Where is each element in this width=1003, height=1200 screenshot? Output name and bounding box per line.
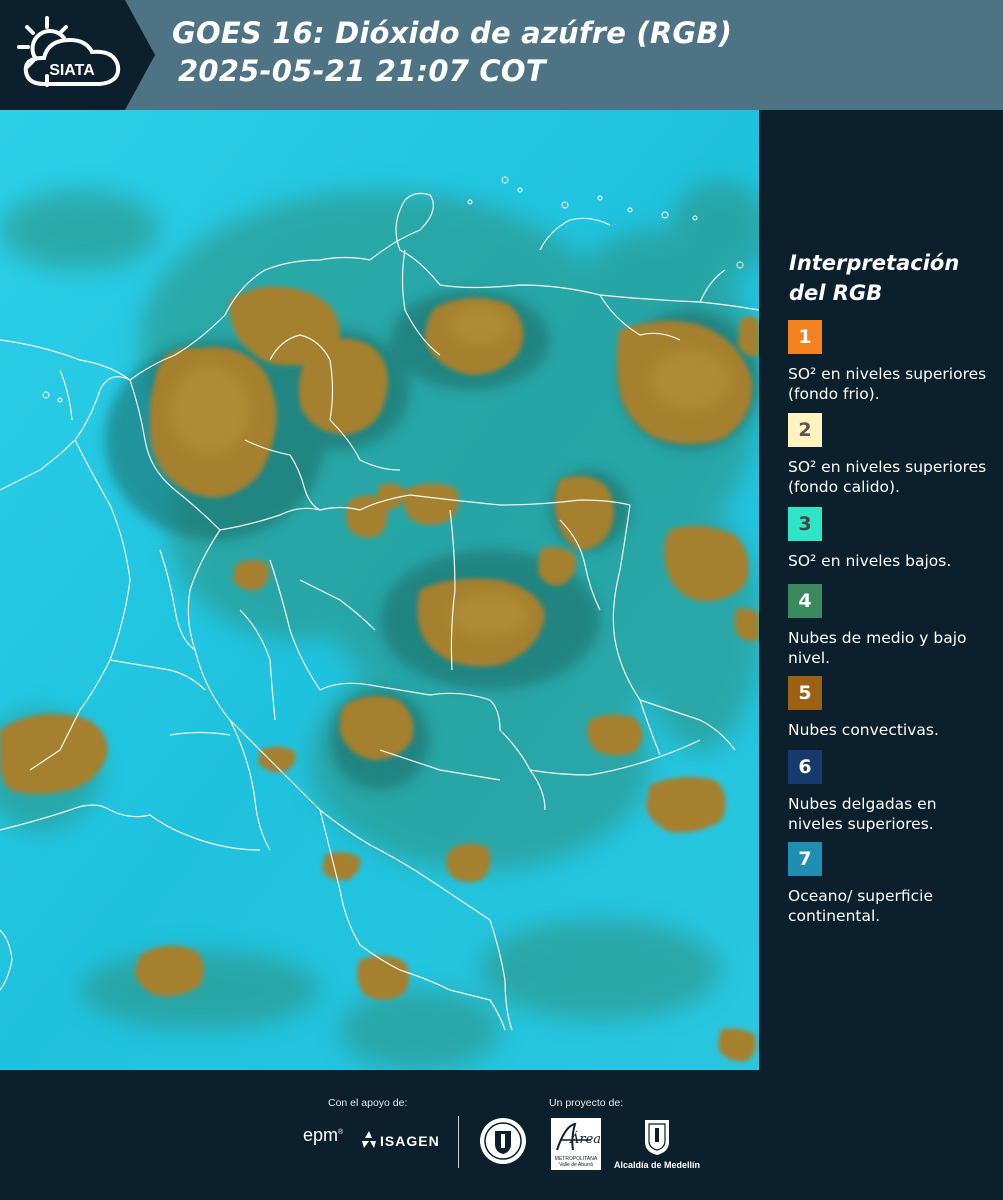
legend-text: SO² en niveles superiores (fondo frio). — [788, 365, 987, 403]
legend-item-1: 1 SO² en niveles superiores (fondo frio). — [788, 320, 988, 404]
registered-mark: ® — [338, 1129, 344, 1136]
siata-logo-icon: SIATA — [17, 16, 121, 87]
medellin-seal-icon — [480, 1118, 526, 1164]
project-label: Un proyecto de: — [549, 1097, 624, 1109]
isagen-text: ISAGEN — [380, 1133, 440, 1149]
legend-swatch: 6 — [788, 750, 822, 784]
legend-text: SO² en niveles superiores (fondo calido)… — [788, 458, 987, 496]
legend-item-7: 7 Oceano/ superficie continental. — [788, 842, 988, 926]
footer: Con el apoyo de: Un proyecto de: epm® IS… — [0, 1070, 1003, 1200]
legend-title: Interpretación del RGB — [789, 248, 959, 308]
legend-text: Nubes de medio y bajo nivel. — [788, 629, 967, 667]
legend-swatch: 3 — [788, 507, 822, 541]
alcaldia-shield-icon — [645, 1120, 669, 1155]
legend-title-line-1: Interpretación — [789, 251, 960, 275]
alcaldia-name: Alcaldía de Medellín — [613, 1160, 701, 1170]
legend-item-6: 6 Nubes delgadas en niveles superiores. — [788, 750, 988, 834]
legend-text: Nubes delgadas en niveles superiores. — [788, 795, 937, 833]
title-line-2: 2025-05-21 21:07 COT — [178, 54, 546, 88]
legend-item-5: 5 Nubes convectivas. — [788, 676, 988, 740]
satellite-map-svg — [0, 110, 759, 1070]
isagen-logo-icon — [362, 1131, 376, 1148]
legend-swatch: 4 — [788, 584, 822, 618]
legend-swatch: 5 — [788, 676, 822, 710]
legend-text: Nubes convectivas. — [788, 721, 939, 739]
page-title: GOES 16: Dióxido de azúfre (RGB) 2025-05… — [172, 14, 732, 90]
epm-text: epm — [303, 1125, 339, 1145]
legend-text: SO² en niveles bajos. — [788, 552, 952, 570]
legend-swatch: 1 — [788, 320, 822, 354]
legend-panel: Interpretación del RGB 1 SO² en niveles s… — [759, 110, 1003, 1070]
legend-item-4: 4 Nubes de medio y bajo nivel. — [788, 584, 988, 668]
header: SIATA GOES 16: Dióxido de azúfre (RGB) 2… — [0, 0, 1003, 110]
satellite-map[interactable] — [0, 110, 759, 1070]
area-name: Área — [570, 1132, 602, 1147]
support-label: Con el apoyo de: — [328, 1097, 408, 1109]
legend-text: Oceano/ superficie continental. — [788, 887, 933, 925]
area-caption: METROPOLITANA Valle de Aburrá — [554, 1156, 598, 1168]
legend-item-3: 3 SO² en niveles bajos. — [788, 507, 988, 571]
legend-swatch: 2 — [788, 413, 822, 447]
epm-logo: epm® — [303, 1125, 343, 1146]
title-line-1: GOES 16: Dióxido de azúfre (RGB) — [172, 16, 733, 50]
legend-title-line-2: del RGB — [789, 281, 883, 305]
footer-divider — [458, 1116, 459, 1168]
svg-text:SIATA: SIATA — [49, 62, 95, 79]
legend-item-2: 2 SO² en niveles superiores (fondo calido… — [788, 413, 988, 497]
legend-swatch: 7 — [788, 842, 822, 876]
